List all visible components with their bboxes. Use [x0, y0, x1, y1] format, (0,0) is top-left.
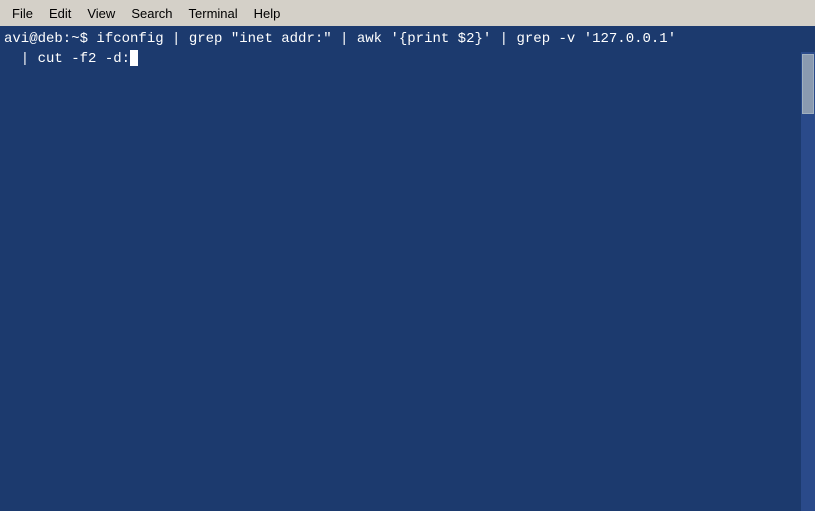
scrollbar[interactable]: [801, 52, 815, 511]
terminal-line-1: avi@deb:~$ ifconfig | grep "inet addr:" …: [4, 30, 811, 50]
menu-search[interactable]: Search: [123, 4, 180, 23]
menu-help[interactable]: Help: [246, 4, 289, 23]
scrollbar-thumb[interactable]: [802, 54, 814, 114]
terminal-wrapper: avi@deb:~$ ifconfig | grep "inet addr:" …: [0, 26, 815, 511]
terminal-area[interactable]: avi@deb:~$ ifconfig | grep "inet addr:" …: [0, 26, 815, 73]
terminal-cursor: [130, 50, 138, 66]
menubar: File Edit View Search Terminal Help: [0, 0, 815, 26]
terminal-command-2: | cut -f2 -d:: [4, 50, 130, 70]
menu-file[interactable]: File: [4, 4, 41, 23]
menu-edit[interactable]: Edit: [41, 4, 79, 23]
menu-terminal[interactable]: Terminal: [181, 4, 246, 23]
menu-view[interactable]: View: [79, 4, 123, 23]
terminal-command-1: ifconfig | grep "inet addr:" | awk '{pri…: [88, 30, 676, 50]
terminal-line-2: | cut -f2 -d:: [4, 50, 811, 70]
terminal-prompt: avi@deb:~$: [4, 30, 88, 50]
